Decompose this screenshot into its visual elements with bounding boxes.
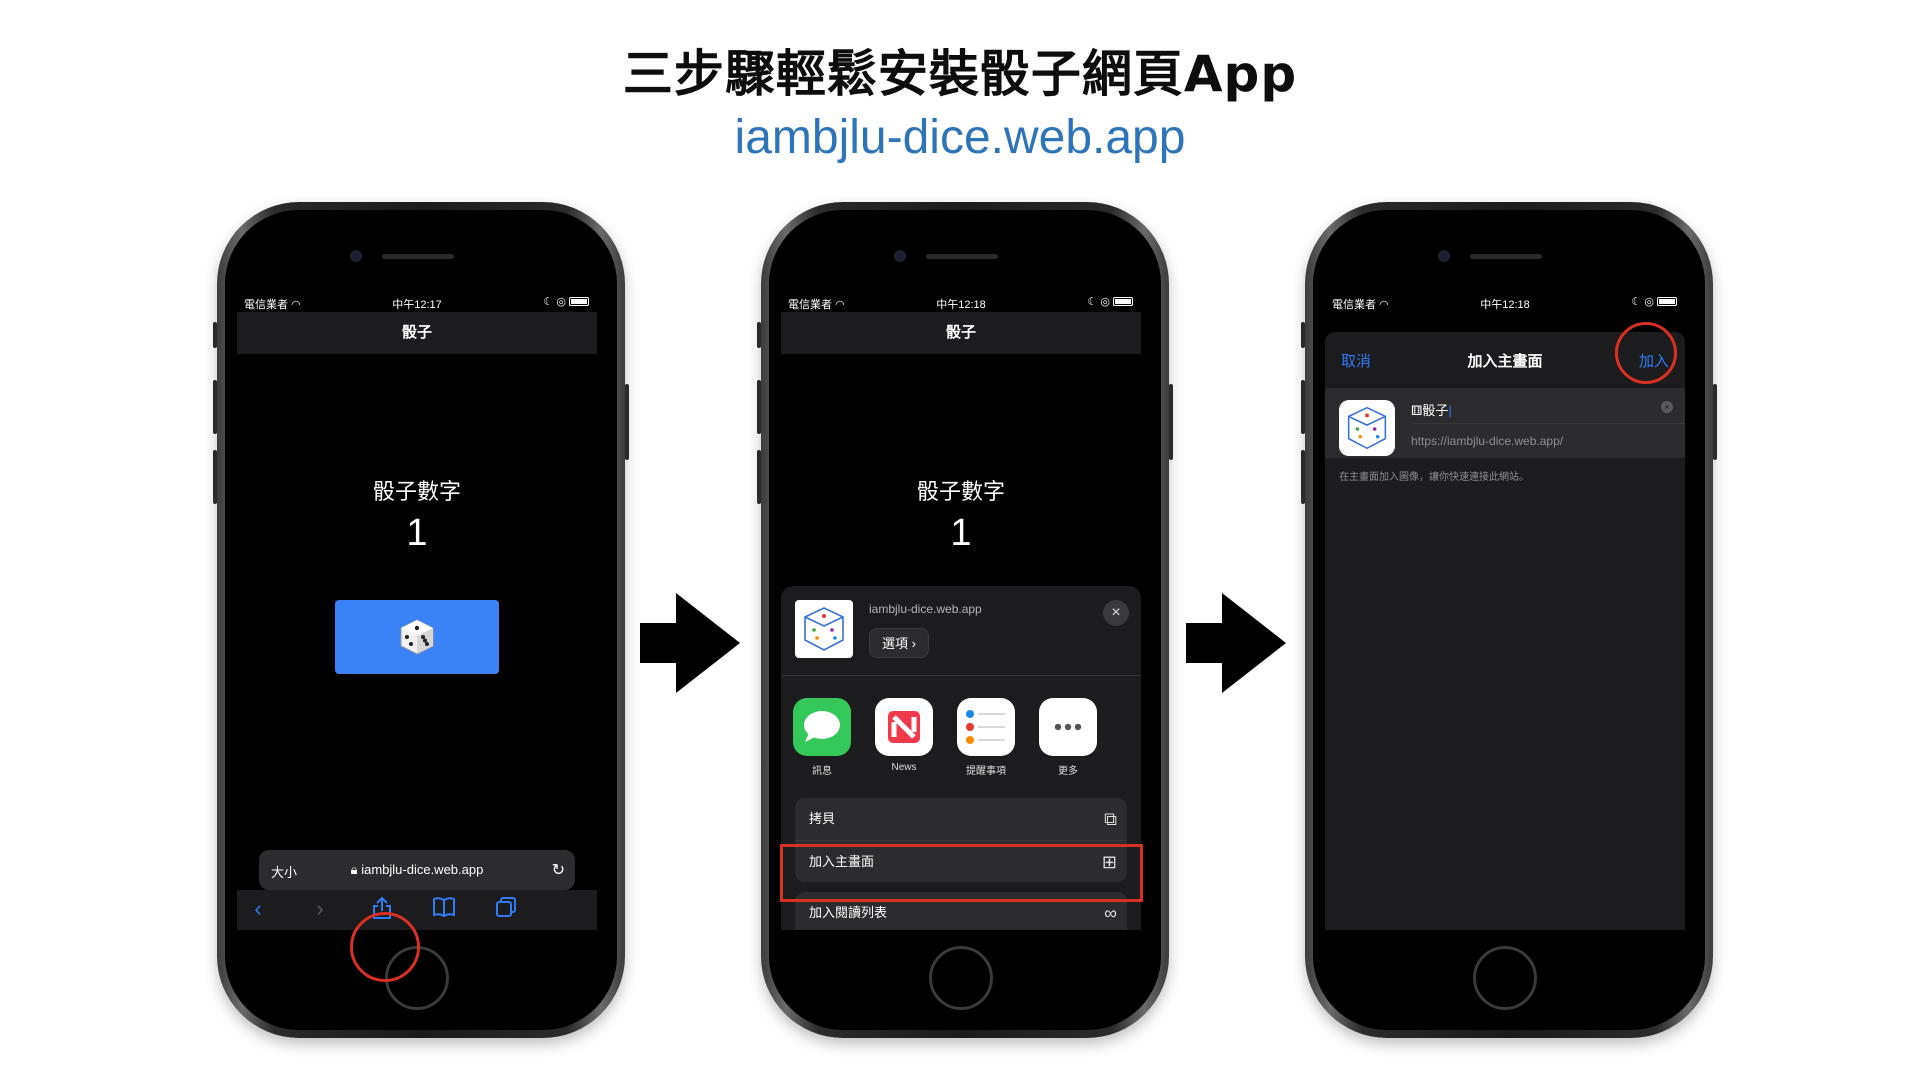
clear-text-icon[interactable]: × — [1661, 401, 1673, 413]
earpiece-speaker — [1470, 254, 1542, 259]
status-bar: 電信業者 ◠ 中午12:18 ☾ ◎ — [1325, 292, 1685, 312]
volume-down-button — [1301, 450, 1305, 504]
volume-down-button — [757, 450, 761, 504]
status-icons: ☾ ◎ — [1631, 295, 1677, 308]
rotation-lock-icon: ◎ — [1644, 296, 1654, 308]
dice-emoji-icon: ⚅ — [1411, 403, 1423, 418]
lock-icon: 🔒︎ — [350, 862, 358, 877]
shortcut-url: https://iambjlu-dice.web.app/ — [1411, 434, 1564, 448]
front-camera — [1438, 250, 1450, 262]
side-button — [1169, 384, 1173, 460]
phone-step3: 電信業者 ◠ 中午12:18 ☾ ◎ 取消 加入主畫面 加入 ⚅骰子| × ht… — [1301, 202, 1717, 1038]
dice-logo-icon — [1347, 406, 1387, 450]
page-title: 三步驟輕鬆安裝骰子網頁App — [622, 45, 1298, 103]
moon-icon: ☾ — [543, 296, 554, 308]
highlight-add-to-home-box — [780, 844, 1143, 902]
back-icon[interactable]: ‹ — [243, 896, 273, 922]
page-nav-title: 骰子 — [237, 312, 597, 354]
screen-step3: 電信業者 ◠ 中午12:18 ☾ ◎ 取消 加入主畫面 加入 ⚅骰子| × ht… — [1325, 292, 1685, 930]
front-camera — [894, 250, 906, 262]
moon-icon: ☾ — [1087, 296, 1098, 308]
dice-icon — [400, 619, 434, 655]
volume-up-button — [213, 380, 217, 434]
volume-up-button — [1301, 380, 1305, 434]
add-to-home-modal: 取消 加入主畫面 加入 ⚅骰子| × https://iambjlu-dice.… — [1325, 332, 1685, 930]
rotation-lock-icon: ◎ — [1100, 296, 1110, 308]
share-sheet-header: iambjlu-dice.web.app 選項 › × — [781, 586, 1141, 676]
messages-app-label: 訊息 — [812, 766, 832, 777]
chevron-right-icon: › — [911, 636, 916, 651]
screen-step2: 電信業者 ◠ 中午12:18 ☾ ◎ 骰子 骰子數字 1 iambjlu-dic… — [781, 292, 1141, 930]
arrow-right-icon — [640, 593, 740, 693]
page-subtitle: iambjlu-dice.web.app — [734, 111, 1186, 164]
home-button[interactable] — [1473, 946, 1537, 1010]
more-apps-icon[interactable] — [1039, 698, 1097, 756]
dice-logo-icon — [804, 607, 844, 651]
copy-icon: ⧉ — [1104, 809, 1117, 829]
news-app-label: News — [891, 762, 917, 773]
mute-switch — [757, 322, 761, 348]
side-button — [625, 384, 629, 460]
rotation-lock-icon: ◎ — [556, 296, 566, 308]
volume-down-button — [213, 450, 217, 504]
front-camera — [350, 250, 362, 262]
reload-icon[interactable]: ↻ — [552, 860, 565, 880]
earpiece-speaker — [926, 254, 998, 259]
reminders-app-icon[interactable] — [957, 698, 1015, 756]
options-button[interactable]: 選項 › — [869, 628, 929, 658]
card-divider — [1411, 423, 1685, 424]
shortcut-card: ⚅骰子| × https://iambjlu-dice.web.app/ — [1325, 388, 1685, 458]
highlight-add-circle — [1615, 322, 1677, 384]
moon-icon: ☾ — [1631, 296, 1642, 308]
home-button[interactable] — [929, 946, 993, 1010]
url-text: 🔒︎ iambjlu-dice.web.app — [350, 862, 484, 877]
side-button — [1713, 384, 1717, 460]
roll-dice-button[interactable] — [335, 600, 499, 674]
messages-app-icon[interactable] — [793, 698, 851, 756]
news-app-icon[interactable] — [875, 698, 933, 756]
mute-switch — [213, 322, 217, 348]
hint-text: 在主畫面加入圖像，讓你快速連接此網站。 — [1339, 472, 1529, 483]
earpiece-speaker — [382, 254, 454, 259]
close-icon[interactable]: × — [1103, 600, 1129, 626]
tabs-icon[interactable] — [491, 896, 521, 924]
safari-toolbar: ‹ › — [237, 890, 597, 930]
dice-label: 骰子數字 — [916, 479, 1005, 504]
forward-icon[interactable]: › — [305, 896, 335, 922]
highlight-share-circle — [350, 912, 420, 982]
shortcut-name-field[interactable]: ⚅骰子| — [1411, 400, 1452, 419]
status-bar: 電信業者 ◠ 中午12:18 ☾ ◎ — [781, 292, 1141, 312]
phone-step2: 電信業者 ◠ 中午12:18 ☾ ◎ 骰子 骰子數字 1 iambjlu-dic… — [757, 202, 1173, 1038]
status-bar: 電信業者 ◠ 中午12:17 ☾ ◎ — [237, 292, 597, 312]
battery-icon — [1657, 297, 1677, 306]
dice-number: 1 — [950, 512, 972, 554]
address-bar[interactable]: 大小 🔒︎ iambjlu-dice.web.app ↻ — [259, 850, 575, 890]
bookmarks-icon[interactable] — [429, 896, 459, 924]
share-site-name: iambjlu-dice.web.app — [869, 602, 982, 616]
arrow-right-icon — [1186, 593, 1286, 693]
screen-step1: 電信業者 ◠ 中午12:17 ☾ ◎ 骰子 骰子數字 1 大小 🔒︎ iambj… — [237, 292, 597, 930]
page-nav-title: 骰子 — [781, 312, 1141, 354]
dice-label: 骰子數字 — [372, 479, 461, 504]
volume-up-button — [757, 380, 761, 434]
status-icons: ☾ ◎ — [1087, 295, 1133, 308]
copy-action[interactable]: 拷貝 ⧉ — [795, 798, 1127, 840]
reminders-app-label: 提醒事項 — [966, 766, 1006, 777]
battery-icon — [1113, 297, 1133, 306]
app-thumbnail — [795, 600, 853, 658]
mute-switch — [1301, 322, 1305, 348]
app-thumbnail — [1339, 400, 1395, 456]
more-apps-label: 更多 — [1058, 766, 1078, 777]
status-icons: ☾ ◎ — [543, 295, 589, 308]
dice-number: 1 — [406, 512, 428, 554]
phone-step1: 電信業者 ◠ 中午12:17 ☾ ◎ 骰子 骰子數字 1 大小 🔒︎ iambj… — [213, 202, 629, 1038]
battery-icon — [569, 297, 589, 306]
